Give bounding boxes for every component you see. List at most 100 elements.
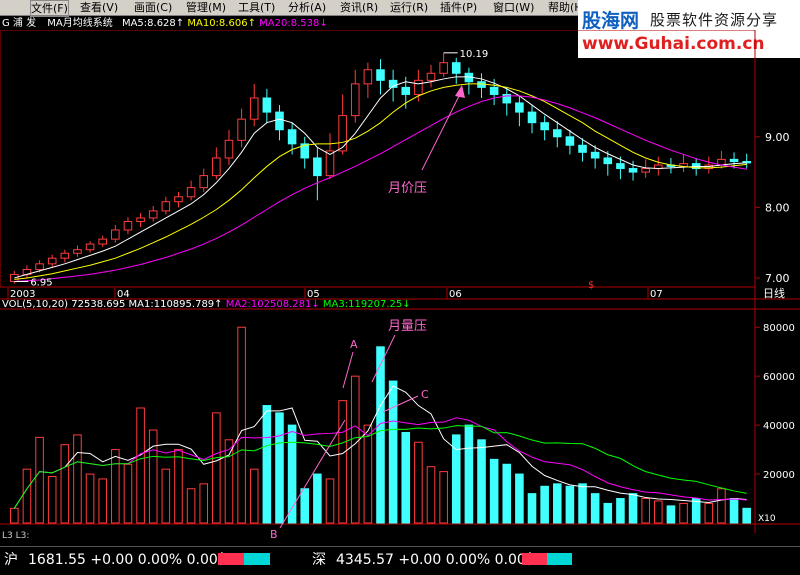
menu-item-5[interactable]: 工具(T) [238,0,275,15]
menu-item-9[interactable]: 插件(P) [440,0,477,15]
candle-body [212,157,221,177]
chart-canvas[interactable]: 9.008.007.0080000600004000020000X102003 0… [0,30,800,546]
ma5-line [14,76,747,279]
menu-item-6[interactable]: 分析(A) [288,0,326,15]
indicator-system-name[interactable]: MA月均线系统 [47,18,112,29]
ma20-line [14,95,747,282]
arrow-C [382,395,419,413]
price-axis-label-8.00: 8.00 [765,201,790,214]
month-price-label: 月价压 [388,181,427,196]
candle-body [224,139,234,159]
volume-bar [199,483,209,524]
volume-bar [717,488,726,524]
volume-bar [489,458,499,524]
volume-bar [654,500,663,524]
price-panel-frame [0,30,756,288]
candle-body [275,111,284,131]
candle-body [451,62,461,74]
candle-body [313,157,322,177]
menu-item-2[interactable]: 查看(V) [80,0,118,15]
candle-body [414,79,423,95]
volume-bar [22,468,32,524]
logo-tagline: 股票软件资源分享 [650,11,779,29]
volume-bar [275,412,284,524]
volume-bar [237,326,246,524]
volume-bar [552,483,562,524]
stock-code[interactable]: G 浦 发 [2,18,36,29]
candle-body [527,111,537,124]
volume-bar [527,493,537,524]
candle-body [350,83,360,117]
volume-bar [565,485,575,524]
low-price-label: 6.95 [30,277,52,288]
candle-body [186,187,196,198]
menu-item-7[interactable]: 资讯(R) [340,0,378,15]
candle-body [249,97,259,120]
index-status-bar: 沪 1681.55 +0.00 0.00% 0.00亿 深 4345.57 +0… [0,546,800,575]
volume-header: VOL(5,10,20) 72538.695 MA1:110895.789↑ M… [2,299,411,310]
candle-body [199,175,209,189]
vol-axis-label-20000: 20000 [763,470,795,481]
sz-index-value[interactable]: 4345.57 +0.00 0.00% 0.00亿 [336,551,540,569]
vol-axis-label-80000: 80000 [763,323,795,334]
menu-item-1[interactable]: 文件(F) [30,0,69,17]
candle-body [590,151,600,159]
logo-brand: 股海网 [582,10,640,32]
sh-index-minibar [218,553,270,565]
volume-bar [212,412,221,524]
candle-body [552,129,562,138]
volume-bar [174,449,183,524]
candle-body [426,72,436,81]
sh-index-value[interactable]: 1681.55 +0.00 0.00% 0.00亿 [28,551,232,569]
volume-bar [111,449,120,524]
volume-bar [742,507,751,524]
volume-bar [85,473,95,524]
menu-item-10[interactable]: 窗口(W) [493,0,534,15]
volume-bar [10,507,19,524]
volume-bar [515,473,524,524]
sz-index-label: 深 [312,552,326,568]
volume-bar [464,424,474,524]
volume-bar [224,439,234,524]
menu-item-3[interactable]: 画面(C) [134,0,172,15]
candle-body [85,243,95,251]
candle-body [401,86,411,95]
volume-bar [414,441,423,524]
volume-bar [60,444,70,524]
indicator-info-bar: G 浦 发 MA月均线系统 MA5:8.628↑ MA10:8.606↑ MA2… [2,18,328,29]
candle-body [60,252,70,259]
candle-body [35,263,44,270]
ma10-line [14,83,747,280]
candle-body [10,273,19,282]
volume-bar [363,424,373,524]
candle-body [98,238,107,245]
candle-body [489,86,499,95]
ma5-value: MA5:8.628 [121,18,176,29]
ma10-value: MA10:8.606 [187,18,248,29]
vol-axis-label-60000: 60000 [763,372,795,383]
menu-item-4[interactable]: 管理(M) [186,0,226,15]
candle-body [565,136,575,146]
volume-bar [603,502,613,524]
menu-item-8[interactable]: 运行(R) [390,0,428,15]
sz-index-minibar [522,553,572,565]
volume-bar [136,407,145,524]
ma20-value: MA20:8.538 [259,18,320,29]
candle-body [123,220,133,231]
volume-bar [350,375,360,524]
candle-body [439,62,448,74]
candle-body [603,157,613,165]
candle-body [515,102,524,113]
volume-bar [502,463,512,524]
price-axis-label-7.00: 7.00 [765,272,790,285]
l3-label: L3 L3: [2,531,30,541]
volume-bar [426,466,436,524]
volume-bar [148,429,158,524]
month-price-arrowhead [455,85,465,98]
volume-bar [338,400,347,524]
volume-bar [35,436,44,524]
price-axis-label-9.00: 9.00 [765,131,790,144]
volume-bar [641,498,650,524]
volume-bar [98,478,107,524]
volume-bar [376,346,385,524]
